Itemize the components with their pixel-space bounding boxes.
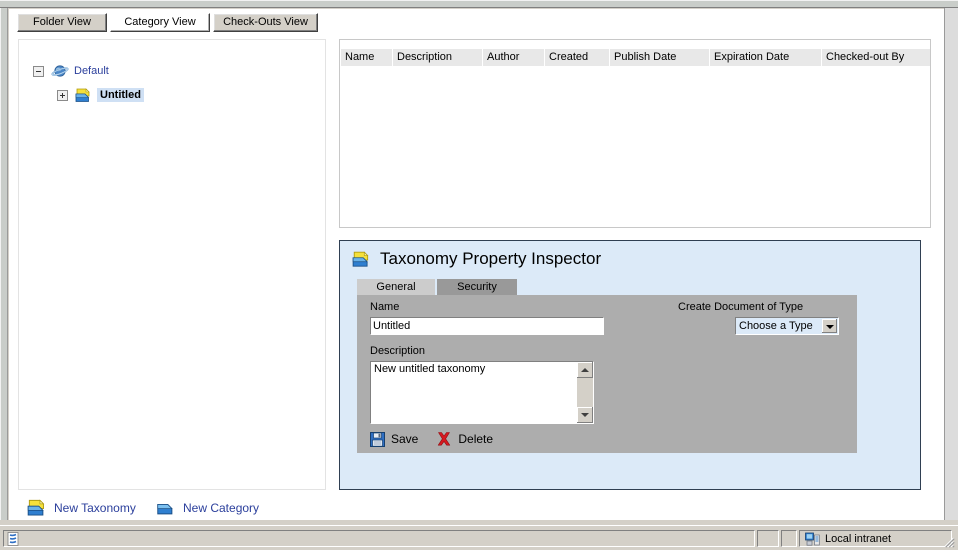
category-tree-panel: Default Untitled <box>18 39 326 490</box>
save-floppy-icon <box>370 431 385 447</box>
document-list-header: Name Description Author Created Publish … <box>341 49 930 66</box>
status-pane-2 <box>757 530 779 547</box>
window-top-border <box>0 0 958 8</box>
column-header-author[interactable]: Author <box>483 49 545 66</box>
save-button[interactable]: Save <box>370 431 419 447</box>
save-button-label: Save <box>391 432 419 446</box>
window-left-border <box>0 8 8 520</box>
page-icon <box>7 531 19 546</box>
delete-button-label: Delete <box>458 432 494 446</box>
tree-node-default[interactable]: Default <box>33 62 109 80</box>
description-label: Description <box>370 345 426 357</box>
column-header-publish-date[interactable]: Publish Date <box>610 49 710 66</box>
inspector-title-text: Taxonomy Property Inspector <box>380 249 602 268</box>
expander-minus-icon[interactable] <box>33 65 44 77</box>
security-zone-label: Local intranet <box>825 532 892 545</box>
chevron-down-icon[interactable] <box>822 319 837 333</box>
tab-folder-view[interactable]: Folder View <box>17 13 107 32</box>
description-field-wrapper <box>370 361 594 424</box>
status-bar: Local intranet <box>0 525 958 550</box>
delete-button[interactable]: Delete <box>436 431 493 447</box>
security-zone-pane[interactable]: Local intranet <box>799 530 952 547</box>
tab-general[interactable]: General <box>357 279 435 295</box>
inspector-general-pane: Name Description Create Document of Typ <box>357 295 857 453</box>
column-header-created[interactable]: Created <box>545 49 610 66</box>
document-area: Folder View Category View Check-Outs Vie… <box>9 9 944 520</box>
scroll-up-icon[interactable] <box>577 362 593 378</box>
new-taxonomy-label: New Taxonomy <box>54 501 136 515</box>
name-input[interactable] <box>370 317 604 335</box>
inspector-action-row: Save Delete <box>370 431 511 447</box>
tree-node-untitled[interactable]: Untitled <box>57 86 144 104</box>
tree-node-label: Untitled <box>97 88 144 102</box>
description-textarea[interactable] <box>371 362 577 423</box>
inspector-title: Taxonomy Property Inspector <box>352 249 601 269</box>
name-label: Name <box>370 301 400 313</box>
delete-x-icon <box>438 432 451 446</box>
scroll-down-icon[interactable] <box>577 407 593 423</box>
taxonomy-property-inspector: Taxonomy Property Inspector General Secu… <box>339 240 921 490</box>
status-pane-3 <box>781 530 797 547</box>
create-document-type-label: Create Document of Type <box>678 301 804 313</box>
description-scrollbar[interactable] <box>577 362 593 423</box>
column-header-name[interactable]: Name <box>341 49 393 66</box>
create-document-type-value: Choose a Type <box>739 320 813 332</box>
taxonomy-icon <box>27 499 45 516</box>
tab-category-view[interactable]: Category View <box>110 13 210 32</box>
category-icon <box>157 504 173 515</box>
application-window: Folder View Category View Check-Outs Vie… <box>0 0 958 550</box>
new-category-label: New Category <box>183 501 260 515</box>
column-header-expiration-date[interactable]: Expiration Date <box>710 49 822 66</box>
new-category-button[interactable]: New Category <box>156 499 259 517</box>
column-header-checked-out-by[interactable]: Checked-out By <box>822 49 930 66</box>
column-header-description[interactable]: Description <box>393 49 483 66</box>
status-message-pane <box>3 530 755 547</box>
document-list-panel: Name Description Author Created Publish … <box>339 39 931 228</box>
resize-grip-icon[interactable] <box>942 535 956 549</box>
tab-check-outs-view[interactable]: Check-Outs View <box>213 13 318 32</box>
command-bar: New Taxonomy New Category <box>18 496 944 520</box>
intranet-zone-icon <box>805 532 820 546</box>
tab-security[interactable]: Security <box>437 279 517 295</box>
tree-node-label: Default <box>74 65 109 77</box>
globe-icon <box>51 65 69 77</box>
create-document-type-select[interactable]: Choose a Type <box>735 317 839 335</box>
taxonomy-icon <box>352 250 369 267</box>
taxonomy-icon <box>75 87 90 102</box>
expander-plus-icon[interactable] <box>57 89 68 101</box>
window-right-border <box>944 8 958 520</box>
new-taxonomy-button[interactable]: New Taxonomy <box>27 499 136 517</box>
